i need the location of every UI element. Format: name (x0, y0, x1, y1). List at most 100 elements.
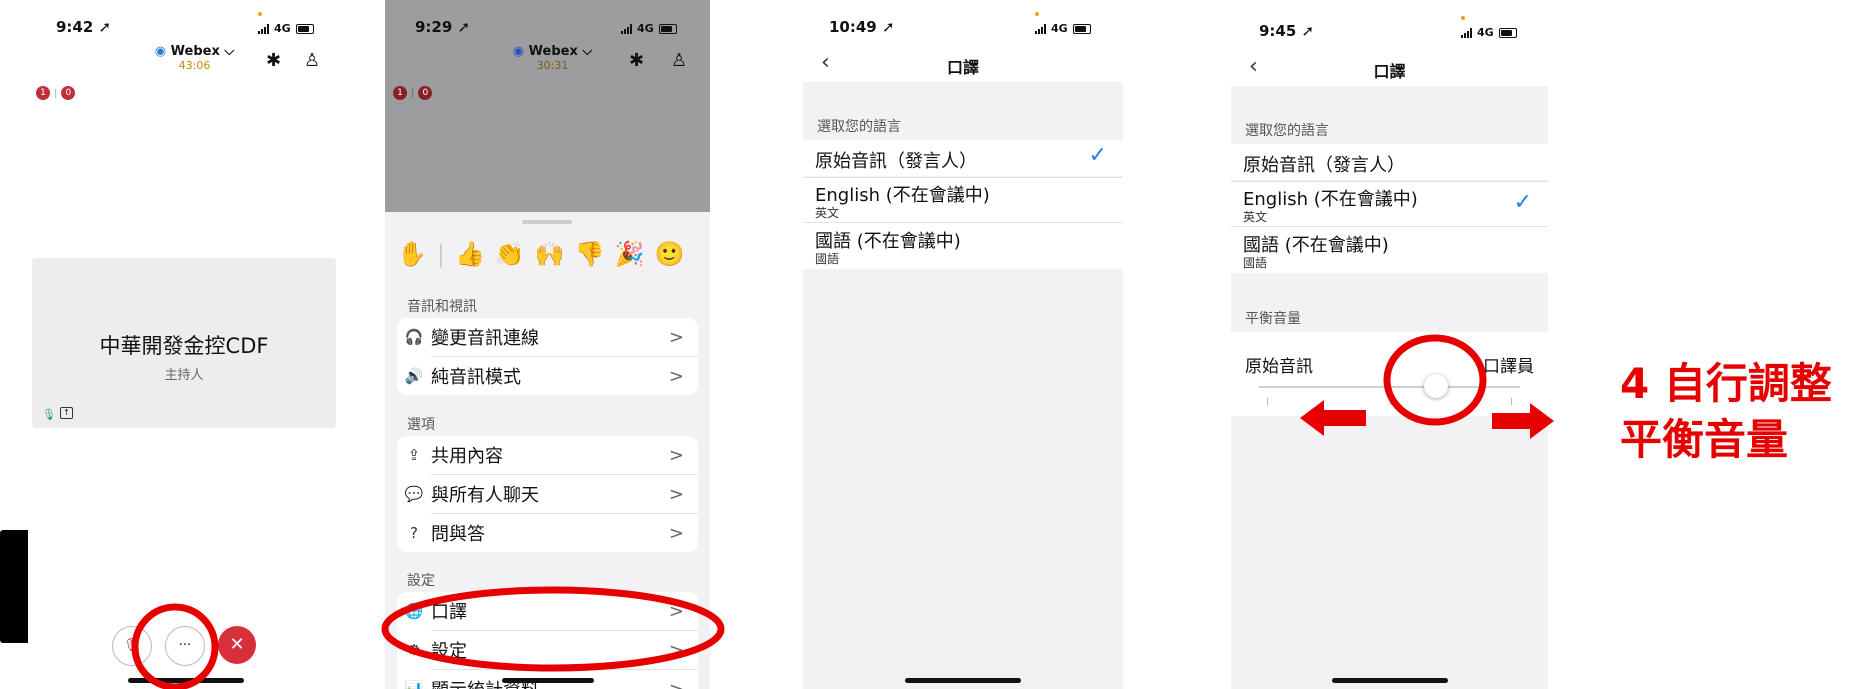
menu-item-change-audio[interactable]: 🎧 變更音訊連線 > (397, 318, 698, 356)
participants-icon[interactable]: ♙ (304, 50, 320, 71)
network-type: 4G (637, 22, 654, 35)
battery-icon (295, 23, 314, 34)
badge-count: 1 (393, 86, 407, 100)
reaction-smile[interactable]: 🙂 (654, 240, 684, 268)
shield-icon: ◉ (512, 44, 525, 59)
divider: | (436, 240, 445, 268)
home-indicator (1332, 678, 1448, 683)
annotation-line-2: 平衡音量 (1620, 415, 1789, 464)
divider: | (411, 87, 415, 99)
signal-icon (258, 23, 269, 34)
annotation-text: 4 自行調整 平衡音量 (1620, 356, 1832, 468)
bluetooth-icon[interactable]: ✱ (629, 50, 644, 71)
sheet-grabber[interactable] (522, 220, 572, 224)
mic-indicator-dot (1461, 16, 1465, 20)
highlight-ellipse-interpretation (381, 586, 725, 672)
menu-item-share-content[interactable]: ⇪ 共用內容 > (397, 436, 698, 474)
language-option-original[interactable]: 原始音訊（發言人） (1231, 144, 1548, 180)
divider: | (54, 87, 58, 99)
raise-hand-button[interactable]: ✋ (397, 240, 427, 268)
reaction-thumbs-up[interactable]: 👍 (455, 240, 485, 268)
bluetooth-icon[interactable]: ✱ (266, 50, 281, 71)
chat-icon: 💬 (404, 485, 424, 503)
speaker-icon: 🔊 (404, 367, 424, 385)
menu-item-qa[interactable]: ? 問與答 > (410, 513, 698, 552)
app-name: Webex (170, 44, 220, 59)
question-icon: ? (410, 524, 418, 542)
home-indicator (905, 678, 1021, 683)
app-name: Webex (528, 44, 578, 59)
language-option-english[interactable]: English (不在會議中) 英文 (803, 177, 1123, 222)
battery-icon (658, 23, 677, 34)
chart-icon: 📊 (404, 680, 424, 689)
share-icon: ⇪ (407, 446, 421, 464)
reaction-celebrate[interactable]: 🙌 (535, 240, 565, 268)
status-icons: 4G (258, 22, 314, 35)
language-subtitle: 國語 (1243, 256, 1268, 270)
arrow-right-icon (1492, 403, 1554, 439)
badge-row: 1 | 0 (36, 86, 76, 100)
language-option-original[interactable]: 原始音訊（發言人） ✓ (803, 140, 1123, 176)
language-subtitle: 英文 (1243, 210, 1268, 224)
language-option-english[interactable]: English (不在會議中) 英文 ✓ (1231, 181, 1548, 226)
reaction-clap[interactable]: 👏 (495, 240, 525, 268)
chevron-right-icon: > (668, 483, 684, 505)
chevron-right-icon: > (668, 522, 684, 544)
participants-icon[interactable]: ♙ (671, 50, 687, 71)
battery-icon (1498, 27, 1517, 38)
language-option-mandarin[interactable]: 國語 (不在會議中) 國語 (1231, 226, 1548, 273)
section-title-language: 選取您的語言 (817, 119, 901, 135)
status-icons: 4G (1461, 26, 1517, 39)
status-time: 9:45 ➚ (1259, 22, 1315, 40)
signal-icon (621, 23, 632, 34)
mic-icon: 🎙 (42, 408, 56, 421)
language-subtitle: 國語 (815, 252, 840, 266)
chevron-down-icon: ⌵ (582, 44, 593, 59)
menu-item-label: 純音訊模式 (431, 367, 521, 388)
menu-item-label: 變更音訊連線 (431, 328, 539, 349)
status-icons: 4G (1035, 22, 1091, 35)
chevron-down-icon: ⌵ (224, 44, 235, 59)
share-icon: ↑ (60, 407, 73, 419)
badge-count: 0 (61, 86, 76, 100)
headset-icon: 🎧 (404, 328, 424, 346)
battery-icon (1072, 23, 1091, 34)
section-title-language: 選取您的語言 (1245, 123, 1329, 139)
badge-row: 1 | 0 (393, 86, 433, 100)
language-name: 原始音訊（發言人） (815, 151, 977, 172)
meeting-timer: 43:06 (178, 59, 211, 72)
checkmark-icon: ✓ (1088, 143, 1107, 168)
meeting-app-header[interactable]: ◉ Webex ⌵ 30:31 (505, 44, 600, 72)
status-time: 9:29 ➚ (415, 18, 471, 36)
arrow-left-icon (1300, 400, 1366, 436)
status-time: 9:42 ➚ (56, 18, 112, 36)
end-call-button[interactable]: ✕ (218, 626, 256, 664)
nav-title: 口譯 (946, 58, 979, 77)
language-name: 原始音訊（發言人） (1243, 155, 1405, 176)
screen-interpretation-select: 10:49 ➚ 4G ‹ 口譯 選取您的語言 原始音訊（發言人） ✓ Engli… (803, 0, 1123, 689)
mic-indicator-dot (1035, 12, 1039, 16)
chevron-right-icon: > (668, 444, 684, 466)
menu-item-chat[interactable]: 💬 與所有人聊天 > (405, 474, 698, 513)
status-icons: 4G (621, 22, 677, 35)
side-tab (0, 530, 28, 643)
screen-meeting: 9:42 ➚ 4G ◉ Webex ⌵ 43:06 ✱ ♙ 1 | 0 中華開發… (22, 0, 342, 689)
section-title-options: 選項 (407, 417, 435, 433)
chevron-right-icon: > (668, 326, 684, 348)
language-name: English (不在會議中) (1243, 189, 1418, 210)
reaction-thumbs-down[interactable]: 👎 (575, 240, 605, 268)
reaction-party[interactable]: 🎉 (615, 240, 645, 268)
menu-group-audio-video: 🎧 變更音訊連線 > 🔊 純音訊模式 > (397, 318, 698, 395)
section-title-audio-video: 音訊和視訊 (407, 299, 477, 315)
meeting-app-header[interactable]: ◉ Webex ⌵ 43:06 (147, 44, 242, 72)
nav-title: 口譯 (1373, 62, 1406, 81)
language-option-mandarin[interactable]: 國語 (不在會議中) 國語 (803, 222, 1123, 269)
menu-item-audio-only[interactable]: 🔊 純音訊模式 > (405, 356, 698, 395)
chevron-right-icon: > (668, 365, 684, 387)
balance-right-label: 口譯員 (1483, 357, 1534, 377)
slider-tick (1267, 398, 1268, 405)
mic-indicator-dot (258, 12, 262, 16)
highlight-circle-more (131, 603, 219, 689)
participant-tile[interactable]: 中華開發金控CDF 主持人 🎙 ↑ (32, 258, 336, 428)
highlight-circle-slider (1383, 334, 1487, 426)
